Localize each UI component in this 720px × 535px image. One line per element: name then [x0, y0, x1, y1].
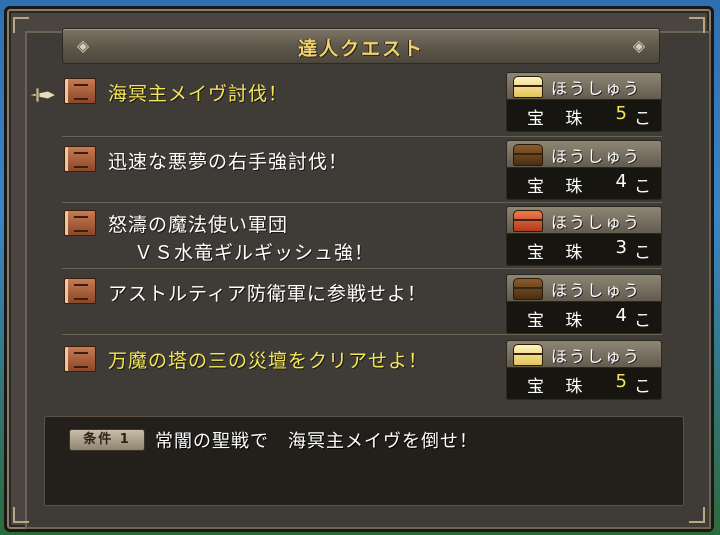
reward-count: 5 [615, 103, 627, 124]
reward-item-name: 宝 珠 [527, 109, 591, 129]
treasure-chest-brown-icon [513, 278, 543, 300]
quest-name: 海冥主メイヴ討伐！ [108, 83, 289, 105]
quest-name: 万魔の塔の三の災壇をクリアせよ！ [108, 350, 429, 372]
selection-cursor-icon [27, 87, 58, 103]
reward-label: ほうしゅう [551, 347, 642, 366]
reward-header: ほうしゅう [506, 140, 662, 168]
reward-panel: ほうしゅう 宝 珠 4 こ [506, 140, 662, 200]
reward-item-name: 宝 珠 [527, 177, 591, 197]
frame-corner-ornament [689, 507, 705, 523]
quest-row[interactable]: 怒濤の魔法使い軍団 ＶＳ水竜ギルギッシュ強！ ほうしゅう 宝 珠 3 こ [62, 204, 662, 269]
frame-corner-ornament [689, 17, 705, 33]
reward-panel: ほうしゅう 宝 珠 3 こ [506, 206, 662, 266]
reward-unit: こ [634, 243, 651, 263]
reward-unit: こ [634, 177, 651, 197]
reward-unit: こ [634, 109, 651, 129]
reward-header: ほうしゅう [506, 72, 662, 100]
reward-header: ほうしゅう [506, 340, 662, 368]
reward-count: 5 [615, 371, 627, 392]
quest-row[interactable]: アストルティア防衛軍に参戦せよ！ ほうしゅう 宝 珠 4 こ [62, 270, 662, 335]
reward-value: 宝 珠 4 こ [506, 167, 662, 200]
quest-row[interactable]: 万魔の塔の三の災壇をクリアせよ！ ほうしゅう 宝 珠 5 こ [62, 336, 662, 402]
treasure-chest-gold-icon [513, 76, 543, 98]
quest-row[interactable]: 海冥主メイヴ討伐！ ほうしゅう 宝 珠 5 こ [62, 70, 662, 137]
treasure-chest-red-icon [513, 210, 543, 232]
reward-value: 宝 珠 5 こ [506, 367, 662, 400]
reward-panel: ほうしゅう 宝 珠 5 こ [506, 72, 662, 132]
reward-header: ほうしゅう [506, 274, 662, 302]
reward-label: ほうしゅう [551, 79, 642, 98]
reward-item-name: 宝 珠 [527, 311, 591, 331]
quest-name-line2: ＶＳ水竜ギルギッシュ強！ [134, 242, 375, 264]
condition-panel: 条件 1 常闇の聖戦で 海冥主メイヴを倒せ！ [44, 416, 684, 506]
title-ornament-icon: ◈ [632, 36, 646, 55]
reward-item-name: 宝 珠 [527, 243, 591, 263]
reward-unit: こ [634, 377, 651, 397]
condition-badge: 条件 1 [69, 429, 145, 451]
reward-count: 3 [615, 237, 627, 258]
condition-text: 常闇の聖戦で 海冥主メイヴを倒せ！ [155, 431, 478, 452]
reward-label: ほうしゅう [551, 213, 642, 232]
reward-header: ほうしゅう [506, 206, 662, 234]
reward-value: 宝 珠 5 こ [506, 99, 662, 132]
quest-name: アストルティア防衛軍に参戦せよ！ [108, 283, 427, 305]
quest-name: 怒濤の魔法使い軍団 [108, 214, 289, 236]
reward-panel: ほうしゅう 宝 珠 4 こ [506, 274, 662, 334]
window-title: 達人クエスト [297, 38, 424, 60]
reward-item-name: 宝 珠 [527, 377, 591, 397]
quest-row[interactable]: 迅速な悪夢の右手強討伐！ ほうしゅう 宝 珠 4 こ [62, 138, 662, 203]
reward-label: ほうしゅう [551, 281, 642, 300]
quest-name: 迅速な悪夢の右手強討伐！ [108, 151, 349, 173]
treasure-chest-brown-icon [513, 144, 543, 166]
reward-count: 4 [615, 305, 627, 326]
quest-book-icon [64, 146, 96, 172]
frame-corner-ornament [13, 507, 29, 523]
reward-label: ほうしゅう [551, 147, 642, 166]
frame-corner-ornament [13, 17, 29, 33]
reward-value: 宝 珠 3 こ [506, 233, 662, 266]
quest-book-icon [64, 78, 96, 104]
quest-book-icon [64, 278, 96, 304]
title-bar: ◈ 達人クエスト ◈ [62, 28, 660, 64]
reward-count: 4 [615, 171, 627, 192]
quest-book-icon [64, 346, 96, 372]
quest-book-icon [64, 210, 96, 236]
reward-panel: ほうしゅう 宝 珠 5 こ [506, 340, 662, 400]
reward-value: 宝 珠 4 こ [506, 301, 662, 334]
treasure-chest-gold-icon [513, 344, 543, 366]
reward-unit: こ [634, 311, 651, 331]
